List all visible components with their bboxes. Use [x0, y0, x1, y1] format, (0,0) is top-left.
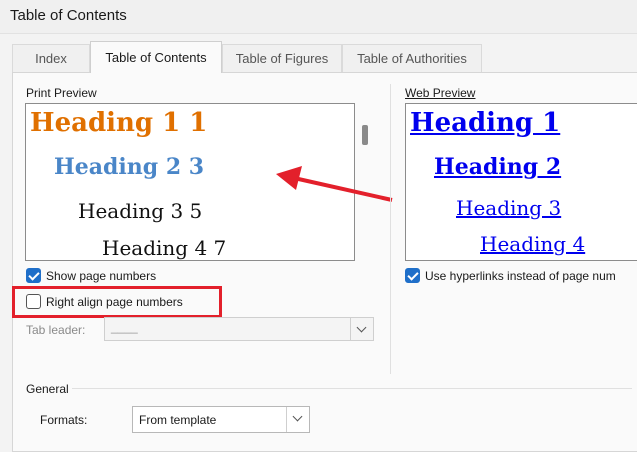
chevron-down-icon	[350, 318, 373, 340]
web-heading-3[interactable]: Heading 3	[456, 196, 561, 220]
column-divider	[390, 84, 391, 374]
tab-strip: Index Table of Contents Table of Figures…	[0, 41, 637, 73]
right-align-checkbox[interactable]	[26, 294, 41, 309]
web-preview-label: Web Preview	[405, 86, 476, 100]
tab-leader-select[interactable]: ____	[104, 317, 374, 341]
use-hyperlinks-label: Use hyperlinks instead of page num	[425, 269, 616, 283]
web-heading-2[interactable]: Heading 2	[434, 154, 561, 180]
red-arrow-annotation	[276, 166, 393, 202]
show-page-numbers-label: Show page numbers	[46, 269, 157, 283]
formats-value: From template	[139, 413, 217, 427]
preview-scrollbar[interactable]	[362, 125, 368, 145]
formats-select[interactable]: From template	[132, 406, 310, 433]
right-align-label: Right align page numbers	[46, 295, 183, 309]
print-heading-2: Heading 2 3	[54, 154, 205, 180]
web-heading-1[interactable]: Heading 1	[410, 108, 560, 138]
print-heading-3: Heading 3 5	[78, 199, 203, 223]
chevron-down-icon	[286, 407, 309, 432]
formats-label: Formats:	[40, 413, 88, 427]
window-title: Table of Contents	[10, 7, 127, 24]
print-preview-label: Print Preview	[26, 86, 97, 100]
print-heading-1: Heading 1 1	[30, 108, 208, 138]
general-divider	[72, 388, 632, 389]
tab-leader-label: Tab leader:	[26, 323, 86, 337]
general-section-label: General	[26, 382, 69, 396]
print-heading-4: Heading 4 7	[102, 236, 227, 260]
show-page-numbers-checkbox[interactable]	[26, 268, 41, 283]
web-heading-4[interactable]: Heading 4	[480, 232, 585, 256]
tab-table-of-figures[interactable]: Table of Figures	[222, 44, 342, 72]
tab-leader-value: ____	[111, 320, 138, 334]
title-bar: Table of Contents	[0, 0, 637, 34]
web-preview-box: Heading 1 Heading 2 Heading 3 Heading 4	[405, 103, 637, 261]
tab-table-of-contents[interactable]: Table of Contents	[90, 41, 222, 73]
use-hyperlinks-checkbox[interactable]	[405, 268, 420, 283]
tab-index[interactable]: Index	[12, 44, 90, 72]
tab-table-of-authorities[interactable]: Table of Authorities	[342, 44, 482, 72]
